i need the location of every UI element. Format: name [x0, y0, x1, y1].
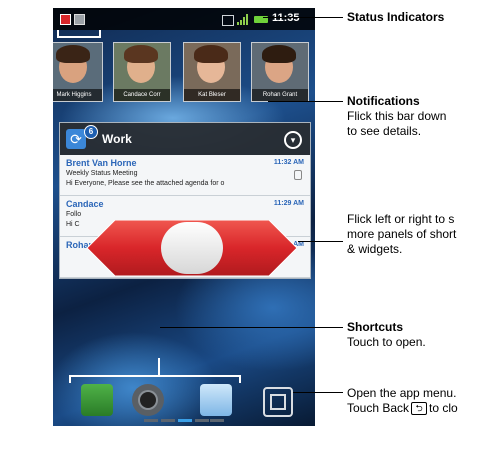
unread-count-badge: 6: [84, 125, 98, 139]
callout-shortcuts-line1: Touch to open.: [347, 335, 426, 349]
swipe-arrow-icon: [87, 220, 297, 276]
callout-line: [293, 392, 343, 393]
callout-appmenu-line2: Touch Back ⮌ to clo: [347, 401, 458, 416]
status-bar[interactable]: 11:35: [53, 8, 315, 30]
notification-alert-icon: [60, 14, 71, 25]
email-preview: Hi Everyone, Please see the attached age…: [66, 180, 225, 187]
email-icon[interactable]: [200, 384, 232, 416]
contacts-widget: Mark Higgins Candace Corr Kat Bleser Roh…: [53, 42, 315, 102]
contact-tile[interactable]: Kat Bleser: [183, 42, 241, 102]
callout-appmenu-prefix: Touch Back: [347, 401, 410, 415]
status-bracket: [57, 30, 101, 38]
email-preview: Hi C: [66, 221, 80, 228]
contact-name: Kat Bleser: [184, 89, 240, 101]
phone-screen: 11:35 Mark Higgins Candace Corr Kat Bles…: [53, 8, 315, 426]
email-subject: Weekly Status Meeting: [66, 170, 138, 177]
callout-line: [160, 327, 343, 328]
email-sender: Brent Van Horne: [66, 158, 137, 168]
attachment-icon: [294, 170, 302, 180]
phone-icon[interactable]: [81, 384, 113, 416]
notification-generic-icon: [74, 14, 85, 25]
callout-panels-line3: & widgets.: [347, 242, 403, 256]
email-subject: Follo: [66, 211, 82, 218]
page-indicator: [144, 419, 224, 422]
widget-title: Work: [102, 132, 132, 146]
list-item[interactable]: Brent Van Horne 11:32 AM Weekly Status M…: [60, 155, 310, 196]
callout-notifications-line2: to see details.: [347, 124, 422, 138]
app-menu-icon[interactable]: [263, 387, 293, 417]
contact-name: Rohan Grant: [252, 89, 308, 101]
contact-name: Mark Higgins: [53, 89, 102, 101]
callout-status-title: Status Indicators: [347, 10, 445, 24]
chevron-down-icon[interactable]: ▾: [284, 131, 302, 149]
callout-notifications-line1: Flick this bar down: [347, 109, 447, 123]
callout-line: [263, 17, 343, 18]
sync-icon[interactable]: ⟳: [66, 129, 86, 149]
signal-icon: [237, 14, 249, 25]
callout-notifications-title: Notifications: [347, 94, 420, 108]
widget-header: ⟳ 6 Work ▾: [60, 123, 310, 155]
callout-shortcuts-title: Shortcuts: [347, 320, 404, 334]
notification-status-icon: [222, 15, 234, 26]
email-time: 11:32 AM: [273, 159, 304, 166]
contact-tile[interactable]: Rohan Grant: [251, 42, 309, 102]
callout-appmenu-line1: Open the app menu.: [347, 386, 457, 400]
callout-appmenu-suffix: to clo: [429, 401, 458, 415]
contact-tile[interactable]: Candace Corr: [113, 42, 171, 102]
callout-panels-line2: more panels of short: [347, 227, 457, 241]
camera-icon[interactable]: [132, 384, 164, 416]
callout-line: [298, 241, 343, 242]
callout-line: [268, 101, 343, 102]
status-time: 11:35: [272, 12, 300, 24]
contact-tile[interactable]: Mark Higgins: [53, 42, 103, 102]
back-key-icon: ⮌: [411, 402, 428, 416]
email-sender: Candace: [66, 199, 104, 209]
callout-panels-line1: Flick left or right to s: [347, 212, 455, 226]
email-time: 11:29 AM: [273, 200, 304, 207]
contact-name: Candace Corr: [114, 89, 170, 101]
